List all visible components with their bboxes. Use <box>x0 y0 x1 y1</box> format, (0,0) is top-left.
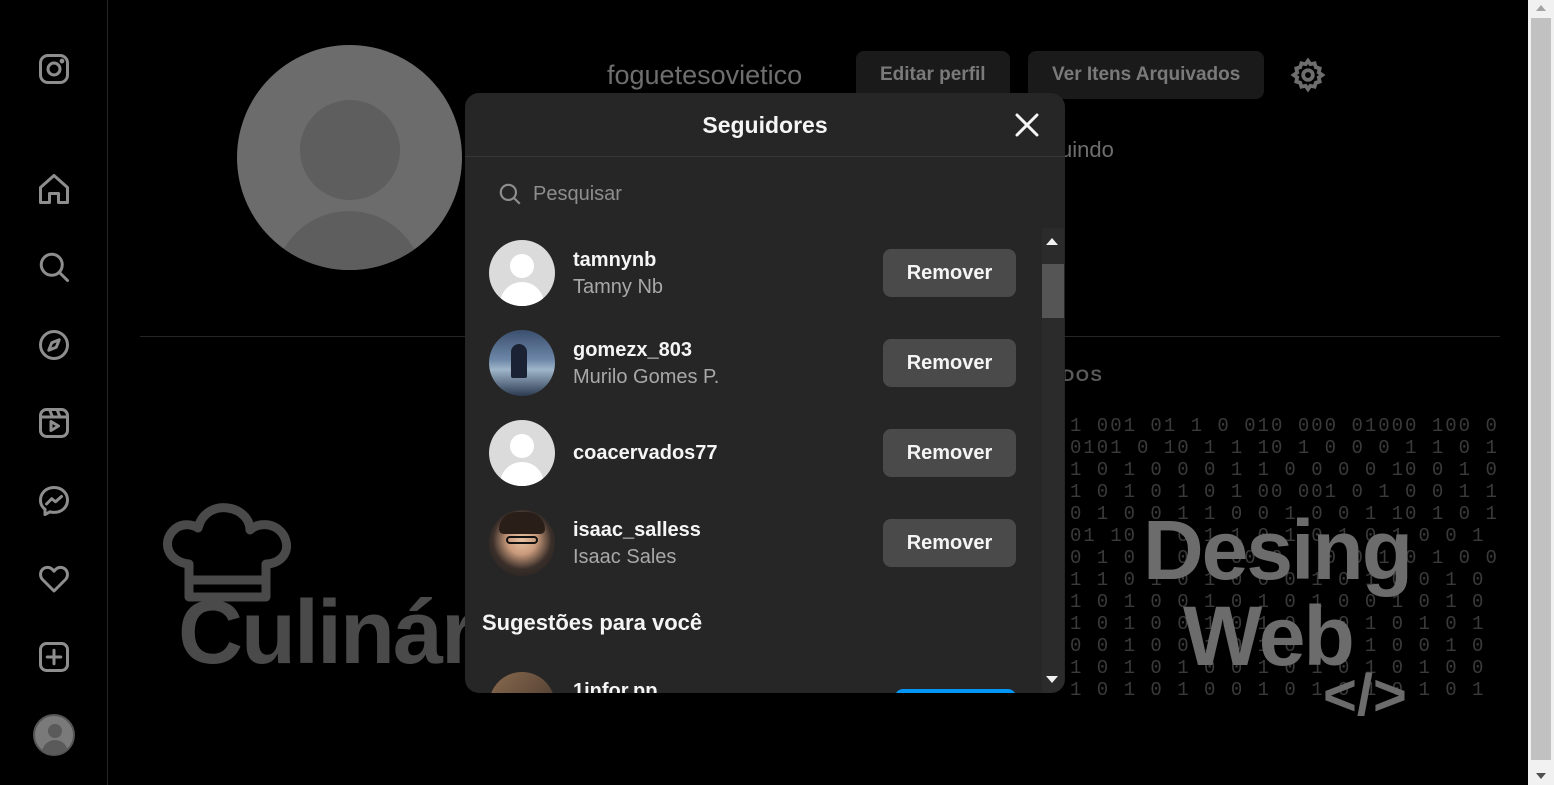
follower-row[interactable]: isaac_salless Isaac Sales Remover <box>465 498 1040 588</box>
follower-handle[interactable]: tamnynb <box>573 249 656 272</box>
follower-row[interactable]: gomezx_803 Murilo Gomes P. Remover <box>465 318 1040 408</box>
remove-button[interactable]: Remover <box>883 429 1016 477</box>
modal-title: Seguidores <box>702 112 828 138</box>
avatar[interactable] <box>489 420 555 486</box>
follow-button[interactable] <box>895 689 1016 693</box>
avatar[interactable] <box>489 240 555 306</box>
follower-handle[interactable]: gomezx_803 <box>573 339 692 362</box>
follower-name: Isaac Sales <box>573 546 677 568</box>
remove-button[interactable]: Remover <box>883 519 1016 567</box>
page-scrollbar[interactable] <box>1528 0 1554 785</box>
suggestion-handle[interactable]: 1infor.pp <box>573 680 657 693</box>
page-scroll-down-icon[interactable] <box>1536 773 1546 779</box>
scroll-up-icon[interactable] <box>1046 238 1058 245</box>
page-scrollbar-thumb[interactable] <box>1531 18 1551 760</box>
modal-scrollbar[interactable] <box>1040 228 1065 693</box>
search-bar <box>497 175 1017 213</box>
scroll-down-icon[interactable] <box>1046 676 1058 683</box>
page-scroll-up-icon[interactable] <box>1536 5 1546 11</box>
avatar[interactable] <box>489 330 555 396</box>
avatar[interactable] <box>489 510 555 576</box>
remove-button[interactable]: Remover <box>883 249 1016 297</box>
follower-name: Tamny Nb <box>573 276 664 298</box>
suggestions-title: Sugestões para você <box>482 610 703 635</box>
follower-row[interactable]: coacervados77 Remover <box>465 408 1040 498</box>
search-icon <box>499 183 521 205</box>
follower-handle[interactable]: coacervados77 <box>573 442 718 465</box>
follower-handle[interactable]: isaac_salless <box>573 519 701 542</box>
follower-row[interactable]: tamnynb Tamny Nb Remover <box>465 228 1040 318</box>
avatar[interactable] <box>489 672 555 693</box>
modal-header: Seguidores <box>465 93 1065 157</box>
followers-modal: Seguidores tamnynb Tamny Nb Remover gome… <box>465 93 1065 693</box>
followers-list: tamnynb Tamny Nb Remover gomezx_803 Muri… <box>465 228 1040 693</box>
close-icon[interactable] <box>1011 109 1043 141</box>
scrollbar-thumb[interactable] <box>1042 264 1064 318</box>
follower-name: Murilo Gomes P. <box>573 366 720 388</box>
search-input[interactable] <box>533 177 993 211</box>
remove-button[interactable]: Remover <box>883 339 1016 387</box>
